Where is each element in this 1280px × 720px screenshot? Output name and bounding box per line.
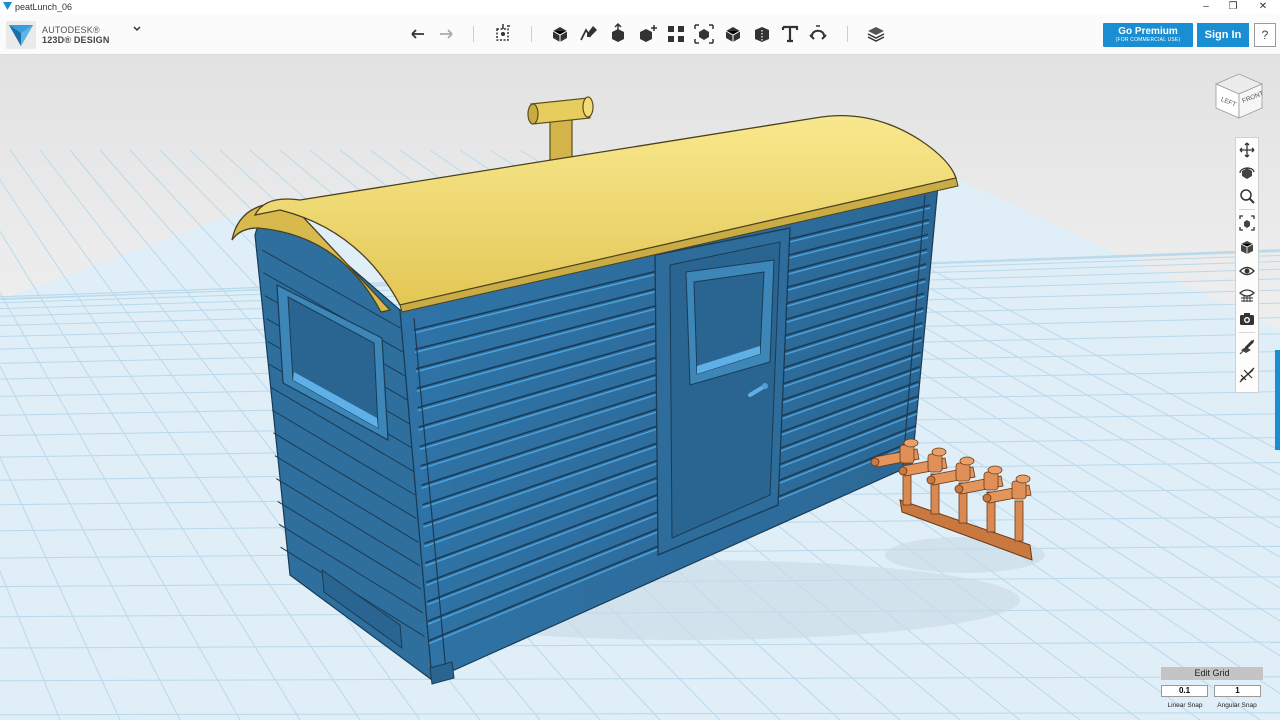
main-toolbar: AUTODESK® 123D® DESIGN Go Premium (FOR C… <box>0 14 1280 55</box>
tap-body <box>983 471 999 491</box>
sign-in-button[interactable]: Sign In <box>1197 23 1249 47</box>
screenshot-icon <box>1240 313 1254 325</box>
tap-top <box>987 465 1003 475</box>
navigation-bar <box>1235 137 1259 393</box>
tap-body <box>1011 480 1027 500</box>
go-premium-label: Go Premium <box>1118 26 1178 37</box>
orbit-button[interactable] <box>1238 164 1256 182</box>
tap-spout <box>954 484 964 494</box>
primitives-button[interactable] <box>548 22 572 46</box>
app-logo-icon <box>3 2 12 10</box>
redo-button[interactable] <box>434 22 458 46</box>
grid-settings-panel: Edit Grid 0.1 1 Linear Snap Angular Snap <box>1161 667 1265 713</box>
visibility-button[interactable] <box>1238 262 1256 280</box>
modify-icon <box>640 25 657 42</box>
edit-grid-button[interactable]: Edit Grid <box>1161 667 1263 680</box>
redo-icon <box>440 29 453 39</box>
viewcube[interactable]: LEFT FRONT <box>1212 68 1266 122</box>
undo-icon <box>411 29 424 39</box>
combine-button[interactable] <box>721 22 745 46</box>
tap-spout <box>982 493 992 503</box>
combine-icon <box>725 27 741 42</box>
angular-snap-field[interactable]: 1 <box>1214 685 1261 697</box>
hut-door <box>654 227 791 556</box>
fit-button[interactable] <box>1238 214 1256 232</box>
go-premium-button[interactable]: Go Premium (FOR COMMERCIAL USE) <box>1103 23 1193 47</box>
pattern-icon <box>668 26 684 42</box>
snap-button[interactable] <box>806 22 830 46</box>
3d-viewport[interactable] <box>0 55 1280 720</box>
construct-icon <box>612 22 624 42</box>
nav-separator <box>1239 332 1255 333</box>
pan-button[interactable] <box>1238 141 1256 159</box>
material-view-icon <box>1239 289 1255 302</box>
grouping-icon <box>694 24 714 44</box>
zoom-button[interactable] <box>1238 187 1256 205</box>
tap-body <box>955 462 971 482</box>
text-tool-button[interactable] <box>778 22 802 46</box>
modify-button[interactable] <box>635 22 659 46</box>
text-tool-icon <box>781 25 799 43</box>
undo-button[interactable] <box>406 22 430 46</box>
minimize-button[interactable]: – <box>1191 0 1221 14</box>
snap-visibility-icon <box>1239 367 1255 383</box>
measure-button[interactable] <box>750 22 774 46</box>
material-button[interactable] <box>864 22 888 46</box>
tap-top <box>903 438 919 448</box>
help-button[interactable]: ? <box>1254 23 1276 47</box>
sketch-button[interactable] <box>577 22 601 46</box>
pan-icon <box>1239 142 1255 158</box>
pattern-button[interactable] <box>664 22 688 46</box>
tap-body <box>927 453 943 473</box>
primitives-icon <box>552 27 568 42</box>
tap-stem <box>1014 500 1024 542</box>
linear-snap-field[interactable]: 0.1 <box>1161 685 1208 697</box>
sketch-visibility-button[interactable] <box>1238 338 1256 356</box>
tap-spout <box>870 457 880 467</box>
visibility-icon <box>1239 266 1255 276</box>
toolbar-separator <box>531 26 532 42</box>
go-premium-sublabel: (FOR COMMERCIAL USE) <box>1115 37 1181 43</box>
snap-icon <box>809 25 827 40</box>
grouping-button[interactable] <box>692 22 716 46</box>
window-title: peatLunch_06 <box>15 2 73 12</box>
construct-button[interactable] <box>606 22 630 46</box>
side-panel-handle[interactable] <box>1275 350 1280 450</box>
toolbar-separator <box>473 26 474 42</box>
tap-top <box>931 447 947 457</box>
close-button[interactable]: ✕ <box>1248 0 1278 14</box>
maximize-button[interactable]: ❐ <box>1218 0 1248 14</box>
snap-visibility-button[interactable] <box>1238 366 1256 384</box>
sketch-visibility-icon <box>1239 339 1255 355</box>
app-menu-button[interactable]: AUTODESK® 123D® DESIGN <box>6 21 146 49</box>
brand-line-2: 123D® DESIGN <box>42 35 110 45</box>
transform-button[interactable] <box>491 22 515 46</box>
tap-top <box>959 456 975 466</box>
autodesk-123d-logo-icon <box>6 21 36 49</box>
window-title-bar: peatLunch_06 – ❐ ✕ <box>0 0 1280 14</box>
tap-spout <box>926 475 936 485</box>
tap-body <box>899 444 915 464</box>
view-mode-button[interactable] <box>1238 238 1256 256</box>
zoom-icon <box>1240 189 1255 204</box>
material-icon <box>867 27 885 42</box>
linear-snap-label: Linear Snap <box>1167 702 1203 709</box>
orbit-icon <box>1239 167 1255 179</box>
sketch-icon <box>580 26 597 41</box>
material-view-button[interactable] <box>1238 286 1256 304</box>
tap-spout <box>898 466 908 476</box>
toolbar-separator <box>847 26 848 42</box>
angular-snap-label: Angular Snap <box>1217 702 1257 709</box>
screenshot-button[interactable] <box>1238 310 1256 328</box>
tap-top <box>1015 474 1031 484</box>
view-mode-icon <box>1240 241 1254 254</box>
nav-separator <box>1239 209 1255 210</box>
chevron-down-icon[interactable] <box>132 23 142 36</box>
fit-icon <box>1239 215 1255 231</box>
brand-line-1: AUTODESK® <box>42 25 100 35</box>
measure-icon <box>755 27 769 42</box>
transform-icon <box>496 24 510 41</box>
